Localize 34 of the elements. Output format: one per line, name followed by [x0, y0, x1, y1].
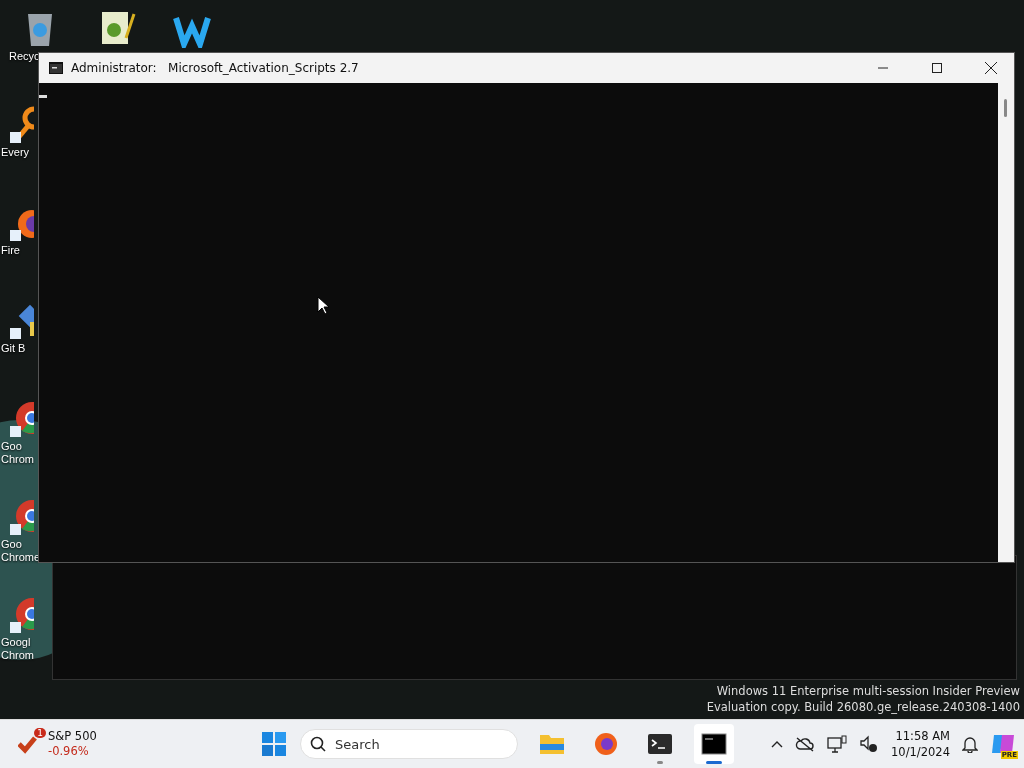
bell-icon[interactable]	[962, 735, 978, 753]
maximize-icon	[932, 63, 942, 73]
chevron-up-icon[interactable]	[771, 740, 784, 748]
close-icon	[985, 62, 997, 74]
volume-muted-icon[interactable]	[859, 735, 880, 753]
folder-icon[interactable]	[539, 732, 565, 756]
stock-change: -0.96%	[48, 744, 90, 759]
console-icon	[49, 62, 63, 74]
text-cursor	[39, 95, 47, 98]
running-indicator	[706, 761, 722, 764]
scrollbar-thumb[interactable]	[1004, 99, 1007, 117]
watermark-text: Windows 11 Enterprise multi-session Insider Preview	[716, 683, 1020, 699]
cloud-off-icon[interactable]	[795, 736, 816, 752]
terminal-icon[interactable]	[647, 732, 673, 756]
clock[interactable]: 11:58 AM 10/1/2024	[891, 728, 950, 760]
network-icon[interactable]	[827, 735, 848, 753]
icon-label: Goo Chrom	[0, 440, 34, 466]
icon-label: Fire	[0, 244, 20, 257]
icon-label: Every	[0, 146, 30, 159]
window-title: Administrator: Microsoft_Activation_Scripts 2.7	[71, 61, 359, 75]
icon-label: Git B	[0, 342, 26, 355]
mouse-pointer-icon	[317, 296, 329, 314]
stock-name: S&P 500	[48, 729, 97, 744]
start-button[interactable]	[262, 732, 286, 756]
icon-label: Googl Chrom	[0, 636, 34, 662]
running-indicator	[657, 761, 663, 764]
icon-label: Recyc	[8, 50, 40, 63]
magnifier-app-icon[interactable]	[8, 104, 34, 144]
search-icon	[310, 736, 326, 752]
console-icon[interactable]	[701, 732, 727, 756]
watermark-text: Evaluation copy. Build 26080.ge_release.240308-1400	[706, 699, 1020, 715]
icon-label: Goo Chrome	[0, 538, 41, 564]
notification-badge: 1	[34, 728, 46, 738]
search-field[interactable]: Search	[300, 729, 518, 759]
